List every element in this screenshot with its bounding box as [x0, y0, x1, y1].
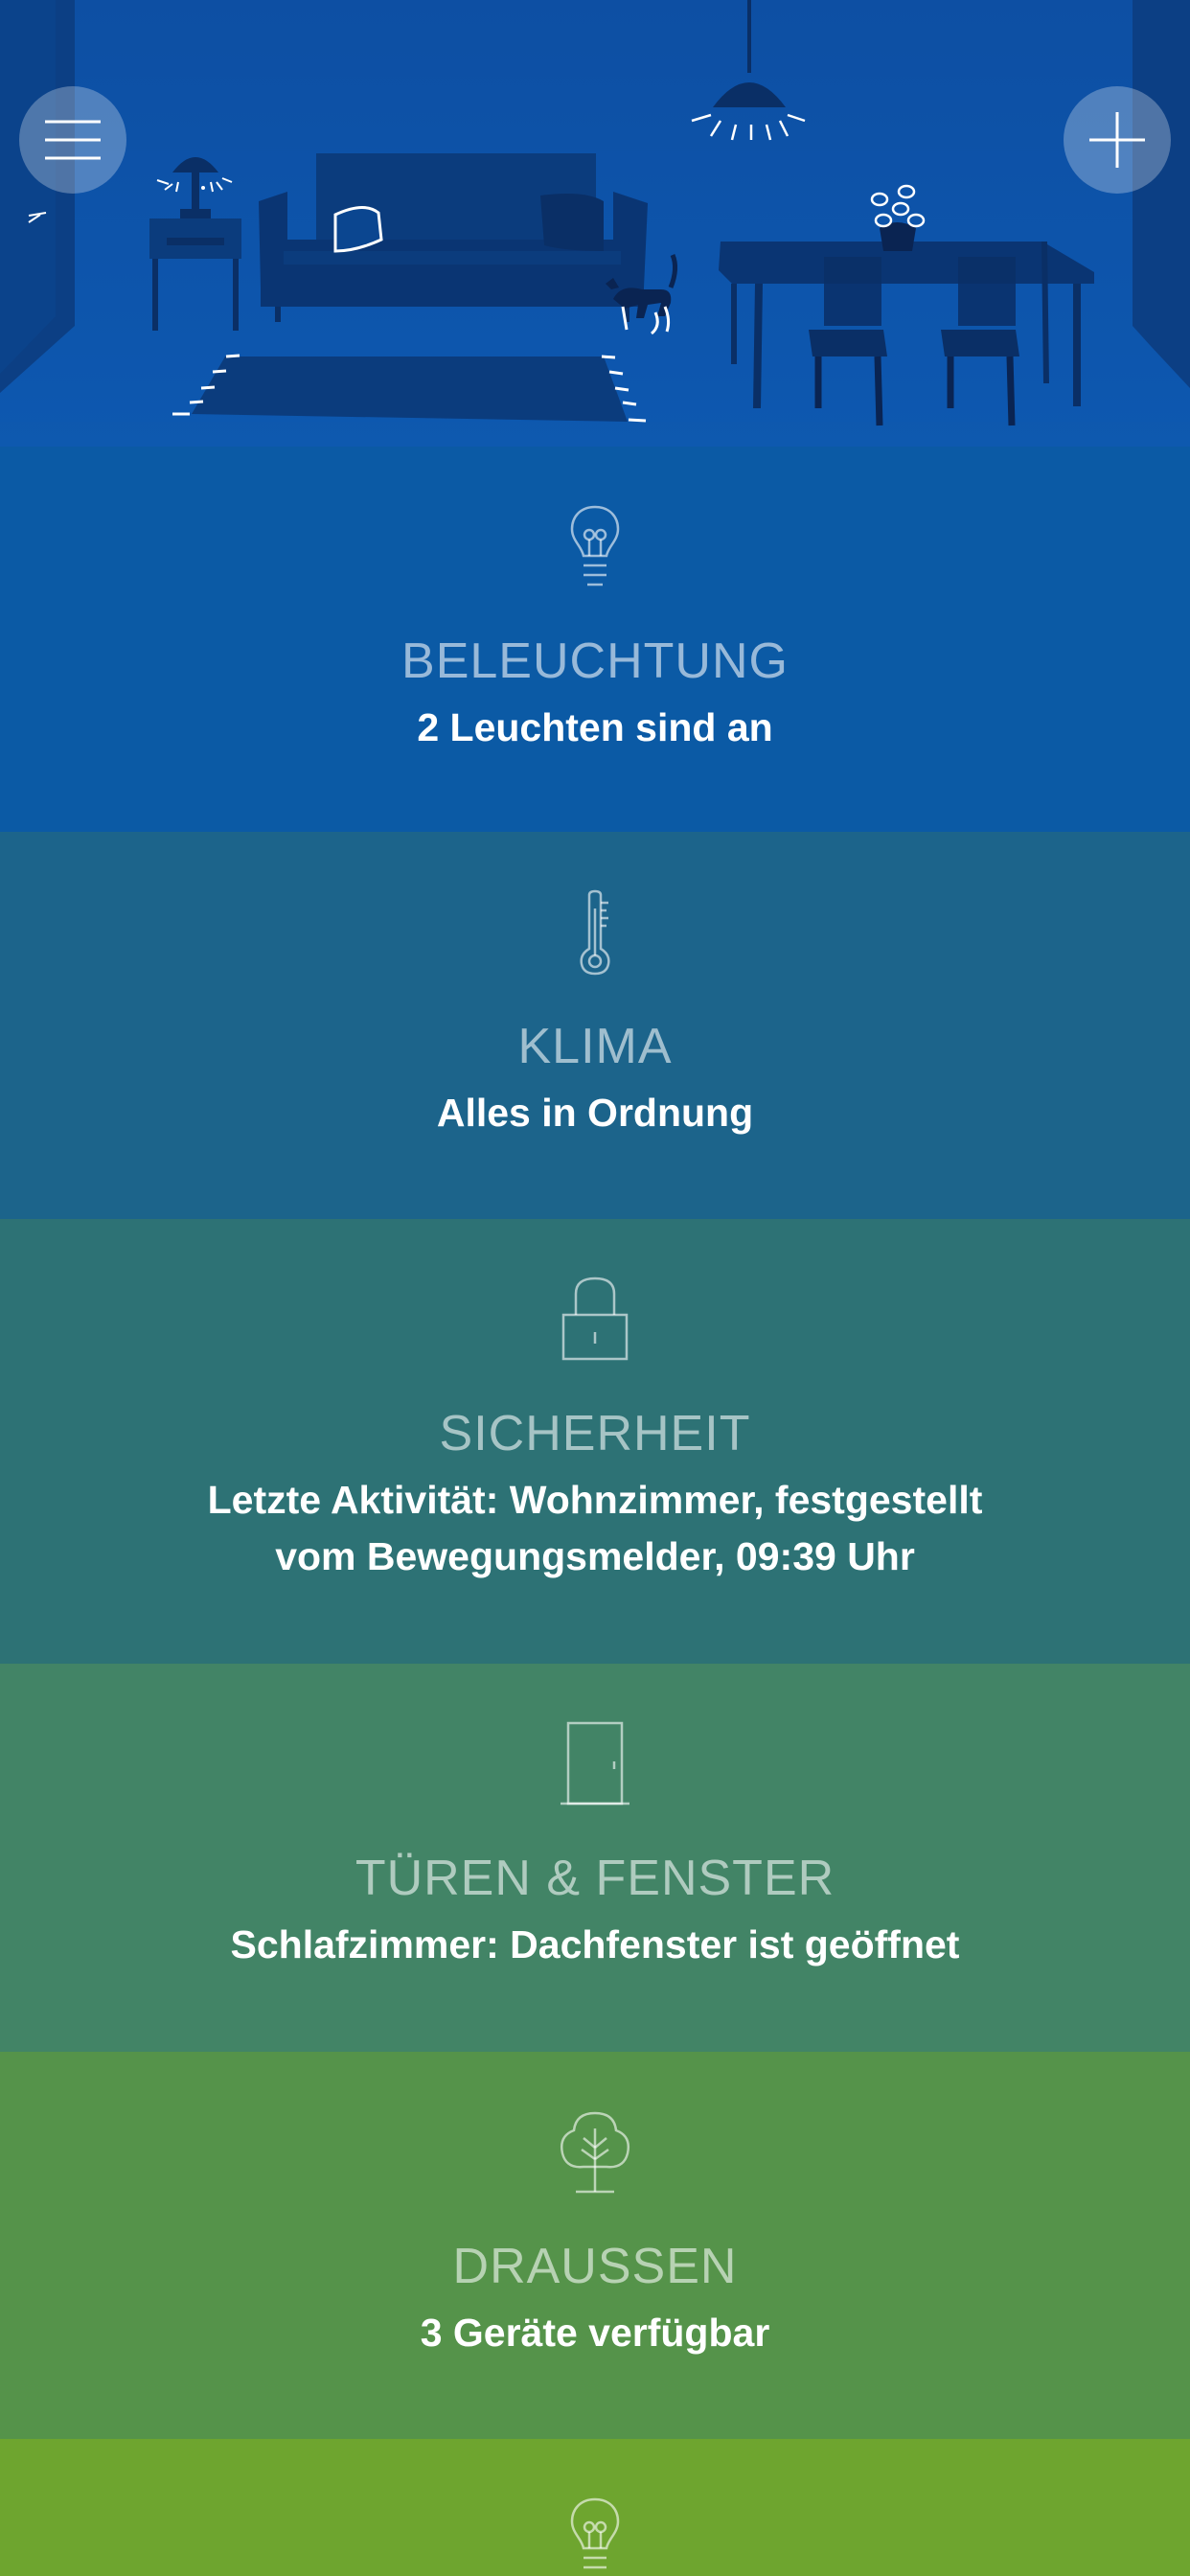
- section-draussen[interactable]: DRAUSSEN 3 Geräte verfügbar: [0, 2052, 1190, 2439]
- add-button[interactable]: [1064, 86, 1171, 194]
- door-icon: [561, 1721, 629, 1806]
- section-partial[interactable]: [0, 2439, 1190, 2576]
- section-title: KLIMA: [517, 1019, 673, 1074]
- section-beleuchtung[interactable]: BELEUCHTUNG 2 Leuchten sind an: [0, 447, 1190, 832]
- section-tueren-fenster[interactable]: TÜREN & FENSTER Schlafzimmer: Dachfenste…: [0, 1664, 1190, 2052]
- section-title: DRAUSSEN: [452, 2239, 738, 2294]
- thermometer-icon: [580, 889, 610, 976]
- plus-icon: [1089, 112, 1145, 168]
- menu-button[interactable]: [19, 86, 126, 194]
- section-sicherheit[interactable]: SICHERHEIT Letzte Aktivität: Wohnzimmer,…: [0, 1219, 1190, 1664]
- tree-icon: [561, 2111, 629, 2194]
- living-room-illustration: [0, 0, 1190, 447]
- header-illustration: [0, 0, 1190, 447]
- lightbulb-icon: [570, 505, 620, 586]
- section-status: 2 Leuchten sind an: [417, 705, 773, 749]
- section-klima[interactable]: KLIMA Alles in Ordnung: [0, 832, 1190, 1219]
- lightbulb-icon: [570, 2497, 620, 2569]
- section-status: Letzte Aktivität: Wohnzimmer, festgestel…: [207, 1478, 983, 1578]
- section-status: Schlafzimmer: Dachfenster ist geöffnet: [230, 1922, 960, 1966]
- section-status: 3 Geräte verfügbar: [420, 2311, 770, 2355]
- section-status: Alles in Ordnung: [436, 1091, 754, 1135]
- padlock-icon: [561, 1276, 629, 1361]
- section-title: BELEUCHTUNG: [401, 633, 789, 689]
- section-title: SICHERHEIT: [439, 1406, 751, 1461]
- hamburger-menu-icon: [45, 120, 101, 160]
- section-title: TÜREN & FENSTER: [355, 1851, 835, 1906]
